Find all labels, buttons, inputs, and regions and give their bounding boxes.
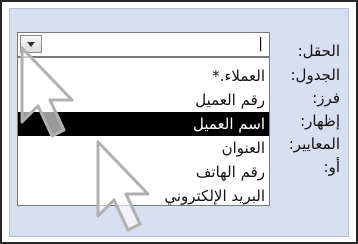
row-label-sort: فرز: <box>312 89 340 107</box>
list-item[interactable]: رقم العميل <box>18 88 269 112</box>
row-label-criteria: المعايير: <box>288 135 340 153</box>
row-label-table: الجدول: <box>290 66 341 84</box>
text-cursor: | <box>258 36 263 52</box>
chevron-down-icon <box>27 42 35 47</box>
list-item[interactable]: العنوان <box>18 136 269 160</box>
row-label-field: الحقل: <box>297 42 340 60</box>
list-item[interactable]: رقم الهاتف <box>18 160 269 184</box>
field-dropdown-list[interactable]: العملاء.* رقم العميل اسم العميل العنوان … <box>17 57 270 206</box>
field-combobox[interactable]: | <box>17 32 270 57</box>
list-item-selected[interactable]: اسم العميل <box>18 112 269 136</box>
row-label-or: أو: <box>323 158 340 176</box>
list-item[interactable]: العملاء.* <box>18 64 269 88</box>
row-label-show: إظهار: <box>300 112 340 130</box>
field-dropdown-button[interactable] <box>20 35 42 53</box>
screenshot-frame: الحقل: الجدول: فرز: إظهار: المعايير: أو:… <box>0 0 358 244</box>
list-item[interactable]: البريد الإلكتروني <box>18 184 269 205</box>
